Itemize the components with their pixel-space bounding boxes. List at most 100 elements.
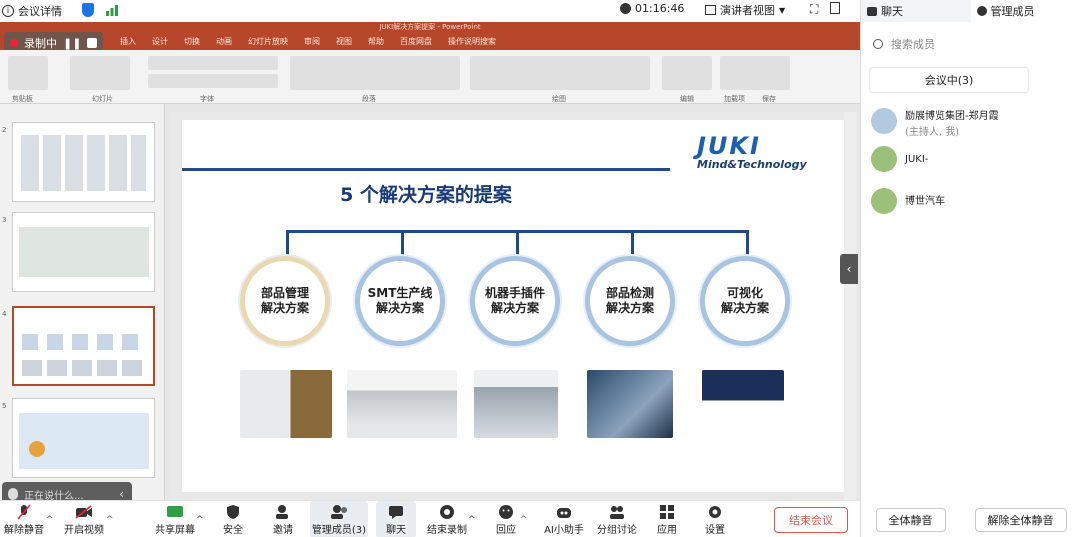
mute-all-button[interactable]: 全体静音 xyxy=(875,508,946,532)
menu-item[interactable]: 插入 xyxy=(120,36,136,47)
slide-thumbnail-pane: 2 3 4 5 正在说什么... ‹ xyxy=(0,104,165,506)
stop-icon[interactable] xyxy=(87,38,98,48)
menu-item[interactable]: 视图 xyxy=(336,36,352,47)
slide-thumbnail-selected[interactable] xyxy=(12,306,155,386)
slide-thumbnail[interactable] xyxy=(12,212,155,292)
chat-button[interactable]: 聊天 xyxy=(376,501,416,537)
record-dot-icon xyxy=(10,39,18,47)
slide-thumbnail[interactable] xyxy=(12,398,155,478)
toolbar-label: 设置 xyxy=(705,525,725,536)
reactions-button[interactable]: 回应 xyxy=(490,501,522,537)
manage-members-button[interactable]: 管理成员(3) xyxy=(310,501,368,537)
toolbar-label: 邀请 xyxy=(273,525,293,536)
addin-buttons[interactable] xyxy=(720,56,790,90)
connector-vertical xyxy=(401,230,404,258)
logo-sub-text: Mind&Technology xyxy=(697,158,807,171)
tab-members[interactable]: 管理成员 xyxy=(971,0,1080,22)
fullscreen-icon[interactable]: ⛶ xyxy=(810,2,818,17)
meeting-info-button[interactable]: i 会议详情 xyxy=(2,3,62,19)
view-label: 演讲者视图 xyxy=(720,4,775,17)
slide-scrollbar[interactable] xyxy=(844,112,856,500)
apps-grid-icon xyxy=(657,503,677,521)
signal-icon[interactable] xyxy=(106,4,118,16)
product-image xyxy=(240,370,332,438)
member-search-input[interactable]: 搜索成员 xyxy=(873,36,935,52)
menu-item[interactable]: 幻灯片放映 xyxy=(248,36,288,47)
member-role: (主持人, 我) xyxy=(905,127,960,138)
member-row[interactable]: 励展博览集团-郑月霞 (主持人, 我) xyxy=(871,108,999,138)
unmute-button[interactable]: 解除静音 xyxy=(2,501,46,537)
new-slide-button[interactable] xyxy=(70,56,130,90)
ribbon-group-label: 加载项 xyxy=(724,95,745,103)
invite-button[interactable]: 邀请 xyxy=(266,501,300,537)
tab-members-label: 管理成员 xyxy=(990,5,1035,18)
ribbon-group-label: 剪贴板 xyxy=(12,95,33,103)
end-meeting-button[interactable]: 结束会议 xyxy=(774,507,848,533)
drawing-shapes[interactable] xyxy=(470,56,650,90)
ribbon-group-label: 幻灯片 xyxy=(92,95,113,103)
unmute-all-button[interactable]: 解除全体静音 xyxy=(974,508,1067,532)
editing-buttons[interactable] xyxy=(662,56,712,90)
chevron-left-icon[interactable]: ‹ xyxy=(119,487,124,501)
solution-line1: SMT生产线 xyxy=(367,286,433,300)
recording-label: 录制中 xyxy=(24,37,57,50)
meeting-timer: 01:16:46 xyxy=(620,2,684,15)
solution-line1: 可视化 xyxy=(726,286,763,300)
chevron-up-icon[interactable]: ^ xyxy=(520,515,528,525)
speaker-view-button[interactable]: 演讲者视图 ▼ xyxy=(705,2,785,18)
record-icon xyxy=(437,503,457,521)
member-row[interactable]: 博世汽车 xyxy=(871,188,945,214)
menu-item[interactable]: 审阅 xyxy=(304,36,320,47)
chevron-up-icon[interactable]: ^ xyxy=(46,515,54,525)
end-recording-button[interactable]: 结束录制 xyxy=(424,501,470,537)
apps-button[interactable]: 应用 xyxy=(650,501,684,537)
connector-vertical xyxy=(516,230,519,258)
meeting-status-tab[interactable]: 会议中(3) xyxy=(869,67,1029,93)
chevron-up-icon[interactable]: ^ xyxy=(468,515,476,525)
pause-icon[interactable]: ❚❚ xyxy=(63,37,81,50)
start-video-button[interactable]: 开启视频 xyxy=(60,501,108,537)
paragraph-buttons[interactable] xyxy=(290,56,460,90)
sidebar-toggle-icon[interactable] xyxy=(830,2,841,14)
menu-item[interactable]: 帮助 xyxy=(368,36,384,47)
menu-item[interactable]: 动画 xyxy=(216,36,232,47)
font-format-buttons[interactable] xyxy=(148,74,278,88)
solution-circle: SMT生产线 解决方案 xyxy=(355,256,445,346)
clock-icon xyxy=(620,3,631,14)
product-image xyxy=(587,370,673,438)
shield-icon xyxy=(223,503,243,521)
member-row[interactable]: JUKI- xyxy=(871,146,928,172)
invite-user-icon xyxy=(273,503,293,521)
menu-item[interactable]: 切换 xyxy=(184,36,200,47)
chat-icon xyxy=(386,503,406,521)
menu-item[interactable]: 百度网盘 xyxy=(400,36,432,47)
info-icon: i xyxy=(2,5,14,17)
slide-title: 5 个解决方案的提案 xyxy=(340,184,512,206)
members-icon xyxy=(329,503,349,521)
solution-line2: 解决方案 xyxy=(490,301,539,315)
mic-icon xyxy=(8,488,18,500)
menu-item[interactable]: 设计 xyxy=(152,36,168,47)
settings-button[interactable]: 设置 xyxy=(698,501,732,537)
panel-tabs: 聊天 管理成员 xyxy=(861,0,1080,22)
shield-icon[interactable] xyxy=(82,3,94,17)
tab-chat[interactable]: 聊天 xyxy=(861,0,971,22)
user-icon xyxy=(976,6,987,16)
connector-vertical xyxy=(286,230,289,258)
slide-thumbnail[interactable] xyxy=(12,122,155,202)
avatar xyxy=(871,108,897,134)
chevron-up-icon[interactable]: ^ xyxy=(106,515,114,525)
window-controls: ⛶ xyxy=(810,2,841,17)
chevron-up-icon[interactable]: ^ xyxy=(196,515,204,525)
tell-me-search[interactable]: 操作说明搜索 xyxy=(448,36,496,47)
ai-assistant-button[interactable]: AI小助手 xyxy=(540,501,588,537)
collapse-panel-chevron-icon[interactable]: ‹ xyxy=(840,254,858,284)
breakout-button[interactable]: 分组讨论 xyxy=(594,501,640,537)
member-name: 励展博览集团-郑月霞 xyxy=(905,111,999,122)
share-screen-button[interactable]: 共享屏幕 xyxy=(152,501,198,537)
security-button[interactable]: 安全 xyxy=(216,501,250,537)
ribbon-group-label: 保存 xyxy=(762,95,776,103)
font-selector[interactable] xyxy=(148,56,278,70)
gear-icon xyxy=(705,503,725,521)
paste-button[interactable] xyxy=(8,56,48,90)
